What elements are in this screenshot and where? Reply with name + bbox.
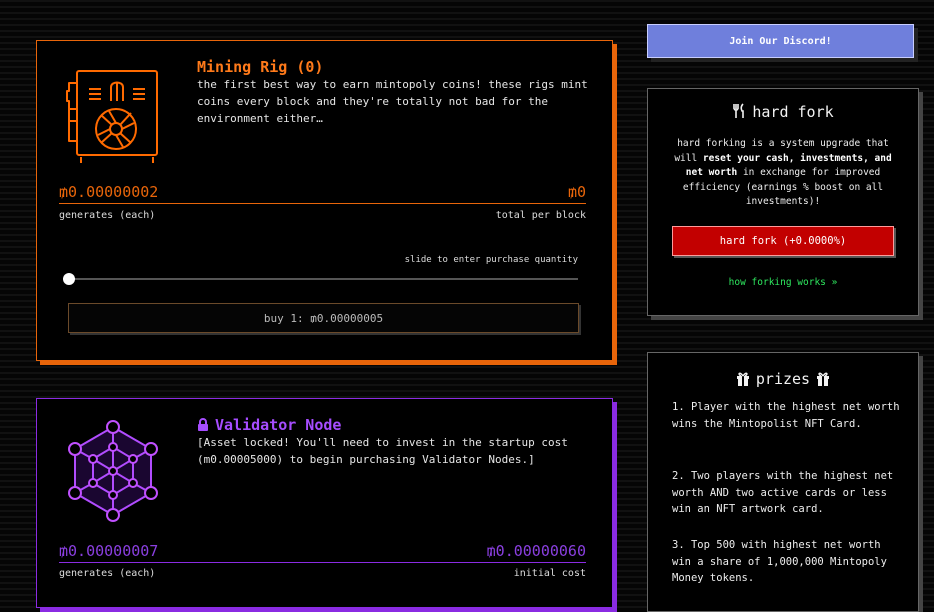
mining-rig-icon xyxy=(61,61,165,165)
prizes-heading: prizes xyxy=(648,370,918,388)
validator-node-title: Validator Node xyxy=(215,416,342,434)
mining-rig-generates-value: ₥0.00000002 xyxy=(59,183,159,201)
join-discord-button[interactable]: Join Our Discord! xyxy=(647,24,914,58)
slider-thumb[interactable] xyxy=(63,273,75,285)
join-discord-label: Join Our Discord! xyxy=(729,35,832,47)
validator-node-icon xyxy=(61,419,165,523)
hard-fork-button-label: hard fork (+0.0000%) xyxy=(719,235,847,247)
prize-item: 3. Top 500 with highest net worth win a … xyxy=(672,539,887,584)
buy-button-label: buy 1: ₥0.00000005 xyxy=(263,311,384,325)
validator-node-card: Validator Node [Asset locked! You'll nee… xyxy=(36,398,613,608)
hard-fork-title: hard fork xyxy=(752,103,834,121)
mining-rig-title: Mining Rig (0) xyxy=(197,58,324,76)
generates-label: generates (each) xyxy=(59,210,156,221)
gift-icon xyxy=(736,372,749,386)
hard-fork-button[interactable]: hard fork (+0.0000%) xyxy=(672,226,894,256)
prize-item: 2. Two players with the highest net wort… xyxy=(672,470,894,515)
quantity-slider[interactable] xyxy=(63,273,578,285)
divider xyxy=(59,203,586,204)
divider xyxy=(59,562,586,563)
slider-hint: slide to enter purchase quantity xyxy=(404,255,578,265)
how-forking-works-link[interactable]: how forking works » xyxy=(648,277,918,288)
fork-knife-icon xyxy=(733,103,745,118)
validator-node-description: [Asset locked! You'll need to invest in … xyxy=(197,436,568,466)
prizes-card: prizes 1. Player with the highest net wo… xyxy=(647,352,919,612)
mining-rig-card: Mining Rig (0) the first best way to ear… xyxy=(36,40,613,361)
buy-button[interactable]: buy 1: ₥0.00000005 xyxy=(68,303,579,333)
hard-fork-card: hard fork hard forking is a system upgra… xyxy=(647,88,919,316)
gift-icon xyxy=(817,372,830,386)
validator-node-title-row: Validator Node xyxy=(197,416,341,434)
mining-rig-description: the first best way to earn mintopoly coi… xyxy=(197,78,588,125)
total-per-block-label: total per block xyxy=(495,210,586,221)
hard-fork-description: hard forking is a system upgrade that wi… xyxy=(666,137,900,210)
generates-label: generates (each) xyxy=(59,568,156,579)
validator-generates-value: ₥0.00000007 xyxy=(59,542,159,560)
validator-cost-value: ₥0.00000060 xyxy=(486,542,586,560)
lock-icon xyxy=(198,418,208,431)
prize-item: 1. Player with the highest net worth win… xyxy=(672,401,900,430)
prizes-title: prizes xyxy=(755,370,811,388)
initial-cost-label: initial cost xyxy=(513,568,586,579)
hard-fork-heading: hard fork xyxy=(648,103,918,121)
mining-rig-total-value: ₥0 xyxy=(567,183,586,201)
